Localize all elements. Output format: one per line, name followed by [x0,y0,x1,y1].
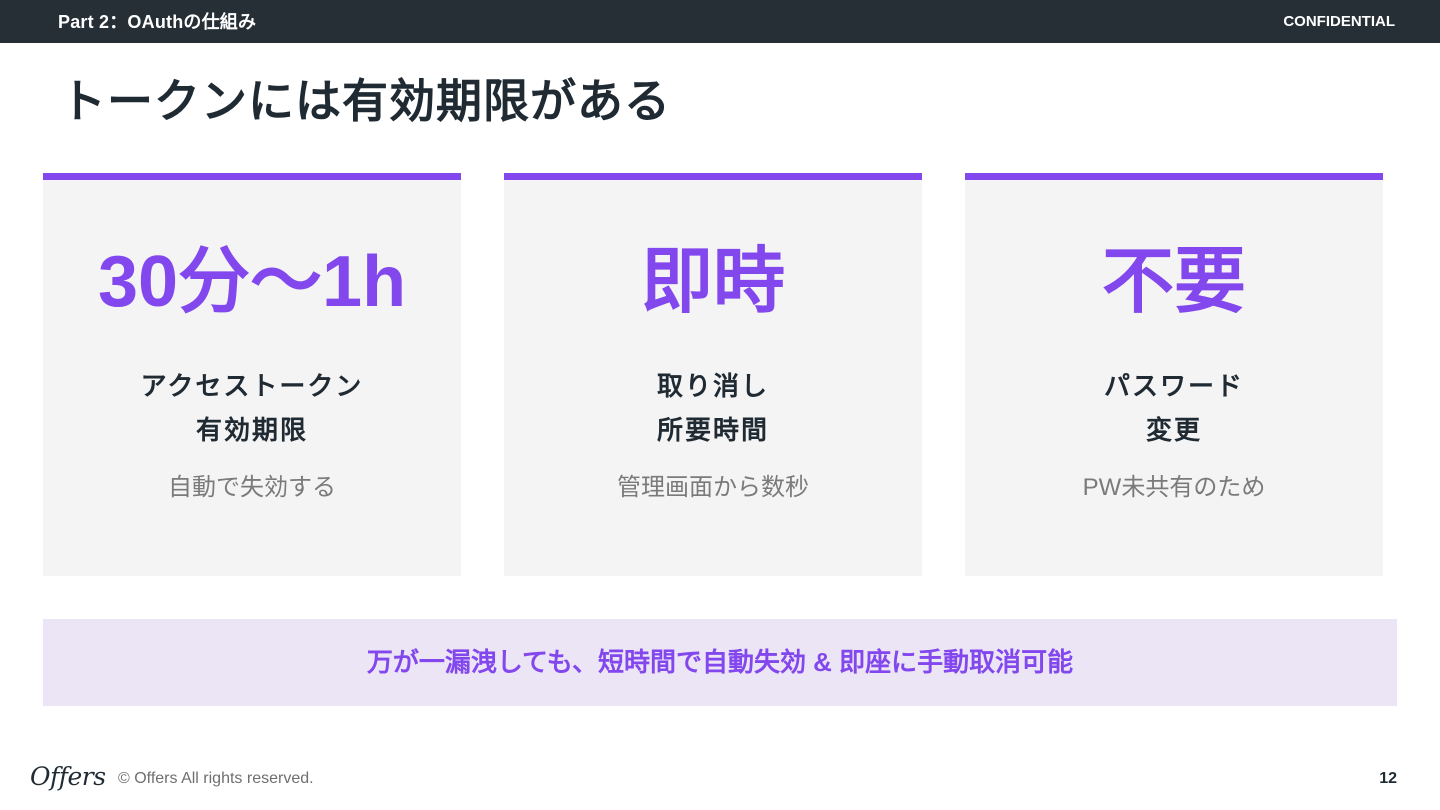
footer-copyright: © Offers All rights reserved. [118,770,314,787]
stat-value: 即時 [640,242,785,322]
page-number: 12 [1379,770,1397,787]
slide: Part 2：OAuthの仕組み CONFIDENTIAL トークンには有効期限… [0,0,1440,810]
stat-label-line2: 変更 [1145,415,1202,445]
section-label: Part 2：OAuthの仕組み [58,12,257,32]
stat-note: 自動で失効する [168,474,336,501]
top-bar: Part 2：OAuthの仕組み CONFIDENTIAL [0,0,1440,43]
stat-label-line1: パスワード [1103,371,1244,401]
stat-card-token-expiry: 30分～1h アクセストークン 有効期限 自動で失効する [43,173,461,576]
summary-banner: 万が一漏洩しても、短時間で自動失効 & 即座に手動取消可能 [43,619,1397,706]
confidential-badge: CONFIDENTIAL [1283,13,1395,30]
stat-label-line1: 取り消し [656,371,769,401]
stat-value: 30分～1h [97,242,407,322]
stat-cards: 30分～1h アクセストークン 有効期限 自動で失効する 即時 取り消し 所要時… [43,173,1383,576]
stat-value: 不要 [1101,242,1246,322]
stat-card-revocation: 即時 取り消し 所要時間 管理画面から数秒 [504,173,922,576]
stat-label: 取り消し 所要時間 [504,364,922,452]
slide-title: トークンには有効期限がある [60,75,671,127]
stat-card-password-change: 不要 パスワード 変更 PW未共有のため [965,173,1383,576]
stat-label-line2: 有効期限 [195,415,308,445]
offers-logo: Offers [30,762,106,791]
stat-label-line2: 所要時間 [656,415,769,445]
stat-label-line1: アクセストークン [140,371,364,401]
stat-label: パスワード 変更 [965,364,1383,452]
stat-note: PW未共有のため [1082,474,1266,501]
stat-note: 管理画面から数秒 [617,474,809,501]
stat-label: アクセストークン 有効期限 [43,364,461,452]
